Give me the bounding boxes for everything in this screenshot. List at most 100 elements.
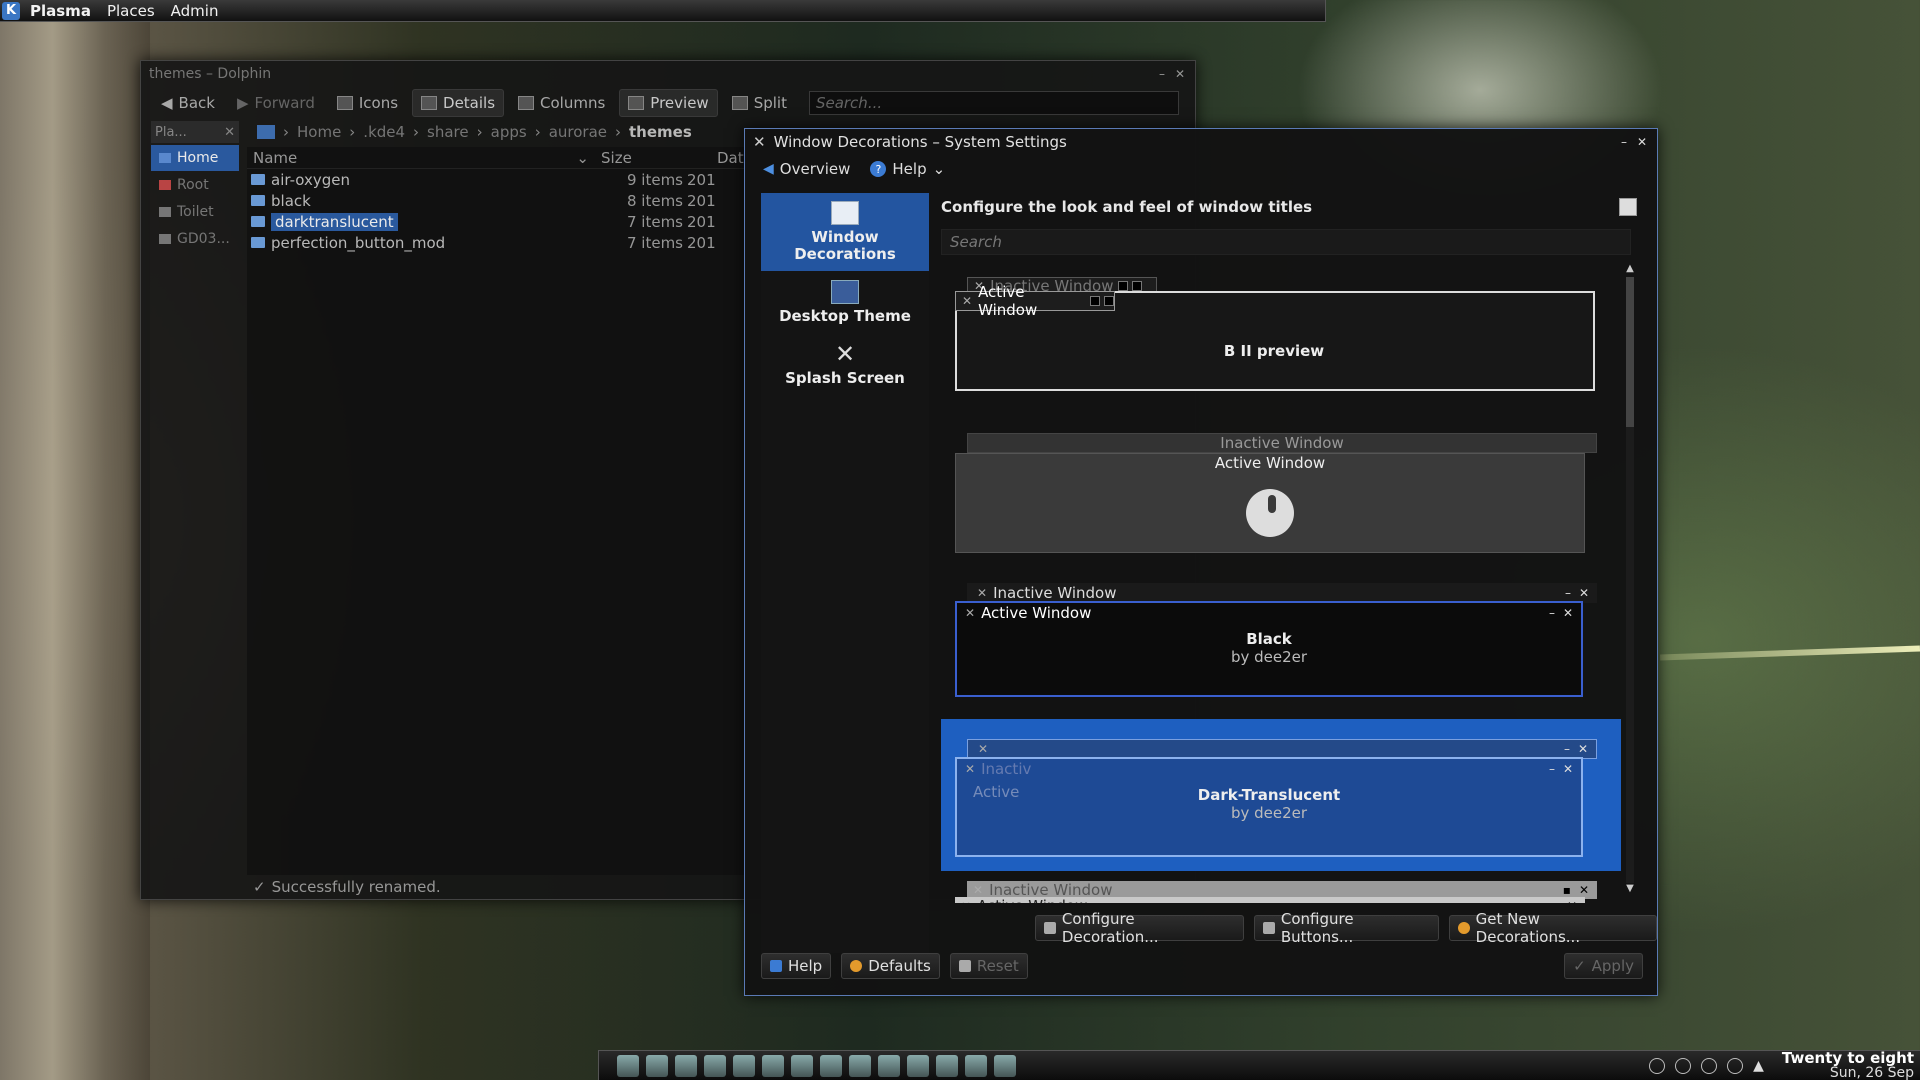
python-app-icon[interactable]: [791, 1054, 813, 1077]
globe-app-icon[interactable]: [820, 1054, 842, 1077]
minimize-icon[interactable]: –: [1155, 67, 1169, 81]
close-icon[interactable]: ✕: [1635, 135, 1649, 149]
place-toilet[interactable]: Toilet: [151, 199, 239, 225]
place-root[interactable]: Root: [151, 172, 239, 198]
defaults-label: Defaults: [868, 957, 931, 975]
scroll-track[interactable]: [1626, 277, 1634, 883]
breadcrumb-item[interactable]: Home: [297, 123, 341, 141]
back-button[interactable]: ◀ Back: [153, 90, 223, 116]
defaults-button[interactable]: Defaults: [841, 953, 940, 979]
columns-view-icon: [518, 96, 535, 110]
configure-buttons-button[interactable]: Configure Buttons...: [1253, 910, 1439, 946]
scroll-thumb[interactable]: [1626, 277, 1634, 427]
scissors-icon[interactable]: [1675, 1057, 1692, 1074]
place-home-label: Home: [177, 150, 219, 166]
settings-toolbar: ◀ Overview ? Help ⌄: [745, 155, 1657, 183]
help-icon: [770, 960, 782, 972]
terminal-app-icon[interactable]: [907, 1054, 929, 1077]
star-icon: [1457, 922, 1470, 934]
breadcrumb-item[interactable]: aurorae: [549, 123, 607, 141]
icons-view-button[interactable]: Icons: [329, 90, 406, 116]
panel-menu-admin[interactable]: Admin: [165, 2, 225, 20]
network-app-icon[interactable]: [733, 1054, 755, 1077]
split-button[interactable]: Split: [724, 90, 795, 116]
preview-active-titlebar: ✕ Active Window ▪ ✕: [955, 897, 1585, 903]
column-size-header[interactable]: Size: [597, 149, 717, 167]
document-app-icon[interactable]: [936, 1054, 958, 1077]
help-button[interactable]: Help: [761, 953, 832, 979]
overview-button[interactable]: ◀ Overview: [763, 160, 850, 178]
decoration-item[interactable]: Inactive Window Active Window: [941, 415, 1621, 567]
splash-screen-icon: ✕: [834, 339, 856, 368]
column-name-header[interactable]: Name ⌄: [247, 149, 597, 167]
dolphin-titlebar[interactable]: themes – Dolphin – ✕: [141, 61, 1195, 87]
power-icon[interactable]: [1649, 1057, 1666, 1074]
folder-icon: [251, 216, 265, 227]
apply-button[interactable]: ✓ Apply: [1564, 953, 1643, 979]
decoration-item[interactable]: ✕ Inactive Window ▪✕ ✕ Active Window ▪✕: [941, 871, 1621, 903]
details-view-button[interactable]: Details: [412, 89, 505, 117]
nav-splash-screen[interactable]: ✕ Splash Screen: [761, 333, 929, 395]
breadcrumb-home-icon[interactable]: [257, 125, 275, 139]
reset-button[interactable]: Reset: [949, 953, 1028, 979]
mail-app-icon[interactable]: [704, 1054, 726, 1077]
breadcrumb-current[interactable]: themes: [629, 123, 692, 141]
help-menu-button[interactable]: ? Help ⌄: [870, 160, 945, 178]
dolphin-search-input[interactable]: Search...: [808, 91, 1179, 115]
breadcrumb-item[interactable]: .kde4: [363, 123, 405, 141]
kde-menu-icon[interactable]: K: [2, 1, 20, 20]
scroll-up-icon[interactable]: ▲: [1623, 263, 1637, 277]
close-icon[interactable]: ✕: [1173, 67, 1187, 81]
clock[interactable]: Twenty to eight Sun, 26 Sep: [1782, 1050, 1914, 1080]
nav-splash-screen-label: Splash Screen: [785, 368, 905, 387]
decoration-scrollbar[interactable]: ▲ ▼: [1623, 263, 1637, 903]
bottom-panel: ▲ Twenty to eight Sun, 26 Sep: [598, 1050, 1920, 1080]
places-close-icon[interactable]: ✕: [224, 125, 235, 140]
bird-app-icon[interactable]: [675, 1054, 697, 1077]
window-icon: ✕: [965, 762, 976, 776]
breadcrumb-item[interactable]: share: [427, 123, 469, 141]
nav-window-decorations-label: Window Decorations: [794, 228, 896, 263]
tools-app-icon[interactable]: [965, 1054, 987, 1077]
editor-app-icon[interactable]: [878, 1054, 900, 1077]
files-app-icon[interactable]: [646, 1054, 668, 1077]
panel-menu-places[interactable]: Places: [101, 2, 161, 20]
settings-titlebar[interactable]: ✕ Window Decorations – System Settings –…: [745, 129, 1657, 155]
window-icon: ✕: [961, 899, 971, 903]
minimize-icon[interactable]: –: [1617, 135, 1631, 149]
window-menu-icon[interactable]: ✕: [753, 133, 766, 151]
volume-icon[interactable]: [1701, 1057, 1718, 1074]
nav-window-decorations[interactable]: Window Decorations: [761, 193, 929, 271]
decoration-item[interactable]: ✕ Inactive Window ✕ Active Window B II p…: [941, 263, 1621, 415]
minimize-icon: –: [1563, 742, 1570, 756]
tray-expand-icon[interactable]: ▲: [1753, 1058, 1764, 1074]
icons-label: Icons: [358, 94, 399, 112]
forward-button[interactable]: ▶ Forward: [229, 90, 323, 116]
configure-decoration-button[interactable]: Configure Decoration...: [1035, 910, 1244, 946]
panel-menu-plasma[interactable]: Plasma: [24, 2, 97, 20]
breadcrumb-item[interactable]: apps: [491, 123, 527, 141]
places-header: Pla... ✕: [151, 121, 239, 143]
breadcrumb-separator: ›: [534, 123, 541, 141]
place-home[interactable]: Home: [151, 145, 239, 171]
scroll-down-icon[interactable]: ▼: [1623, 883, 1637, 897]
nav-desktop-theme[interactable]: Desktop Theme: [761, 271, 929, 333]
launcher-icons: [599, 1054, 1016, 1077]
file-size: 8 items: [626, 191, 683, 210]
package-app-icon[interactable]: [762, 1054, 784, 1077]
network-icon[interactable]: [1727, 1057, 1744, 1074]
settings-app-icon[interactable]: [994, 1054, 1016, 1077]
warning-app-icon[interactable]: [617, 1054, 639, 1077]
columns-view-button[interactable]: Columns: [510, 90, 613, 116]
place-gd03[interactable]: GD03...: [151, 226, 239, 252]
get-new-decorations-button[interactable]: Get New Decorations...: [1448, 910, 1657, 946]
file-size: 7 items: [626, 212, 683, 231]
preview-button[interactable]: Preview: [619, 89, 718, 117]
decoration-item[interactable]: ✕ Inactive Window – ✕ ✕ Active Window – ✕ …: [941, 567, 1621, 719]
decoration-author: by dee2er: [1230, 648, 1308, 666]
pdf-app-icon[interactable]: [849, 1054, 871, 1077]
inactive-label: Inactiv: [981, 760, 1032, 778]
decoration-search-input[interactable]: Search: [941, 229, 1631, 255]
configure-buttons-label: Configure Buttons...: [1280, 910, 1354, 946]
decoration-item-selected[interactable]: ✕ – ✕ ✕ Inactiv – ✕ Dark-Translucent by de…: [941, 719, 1621, 871]
